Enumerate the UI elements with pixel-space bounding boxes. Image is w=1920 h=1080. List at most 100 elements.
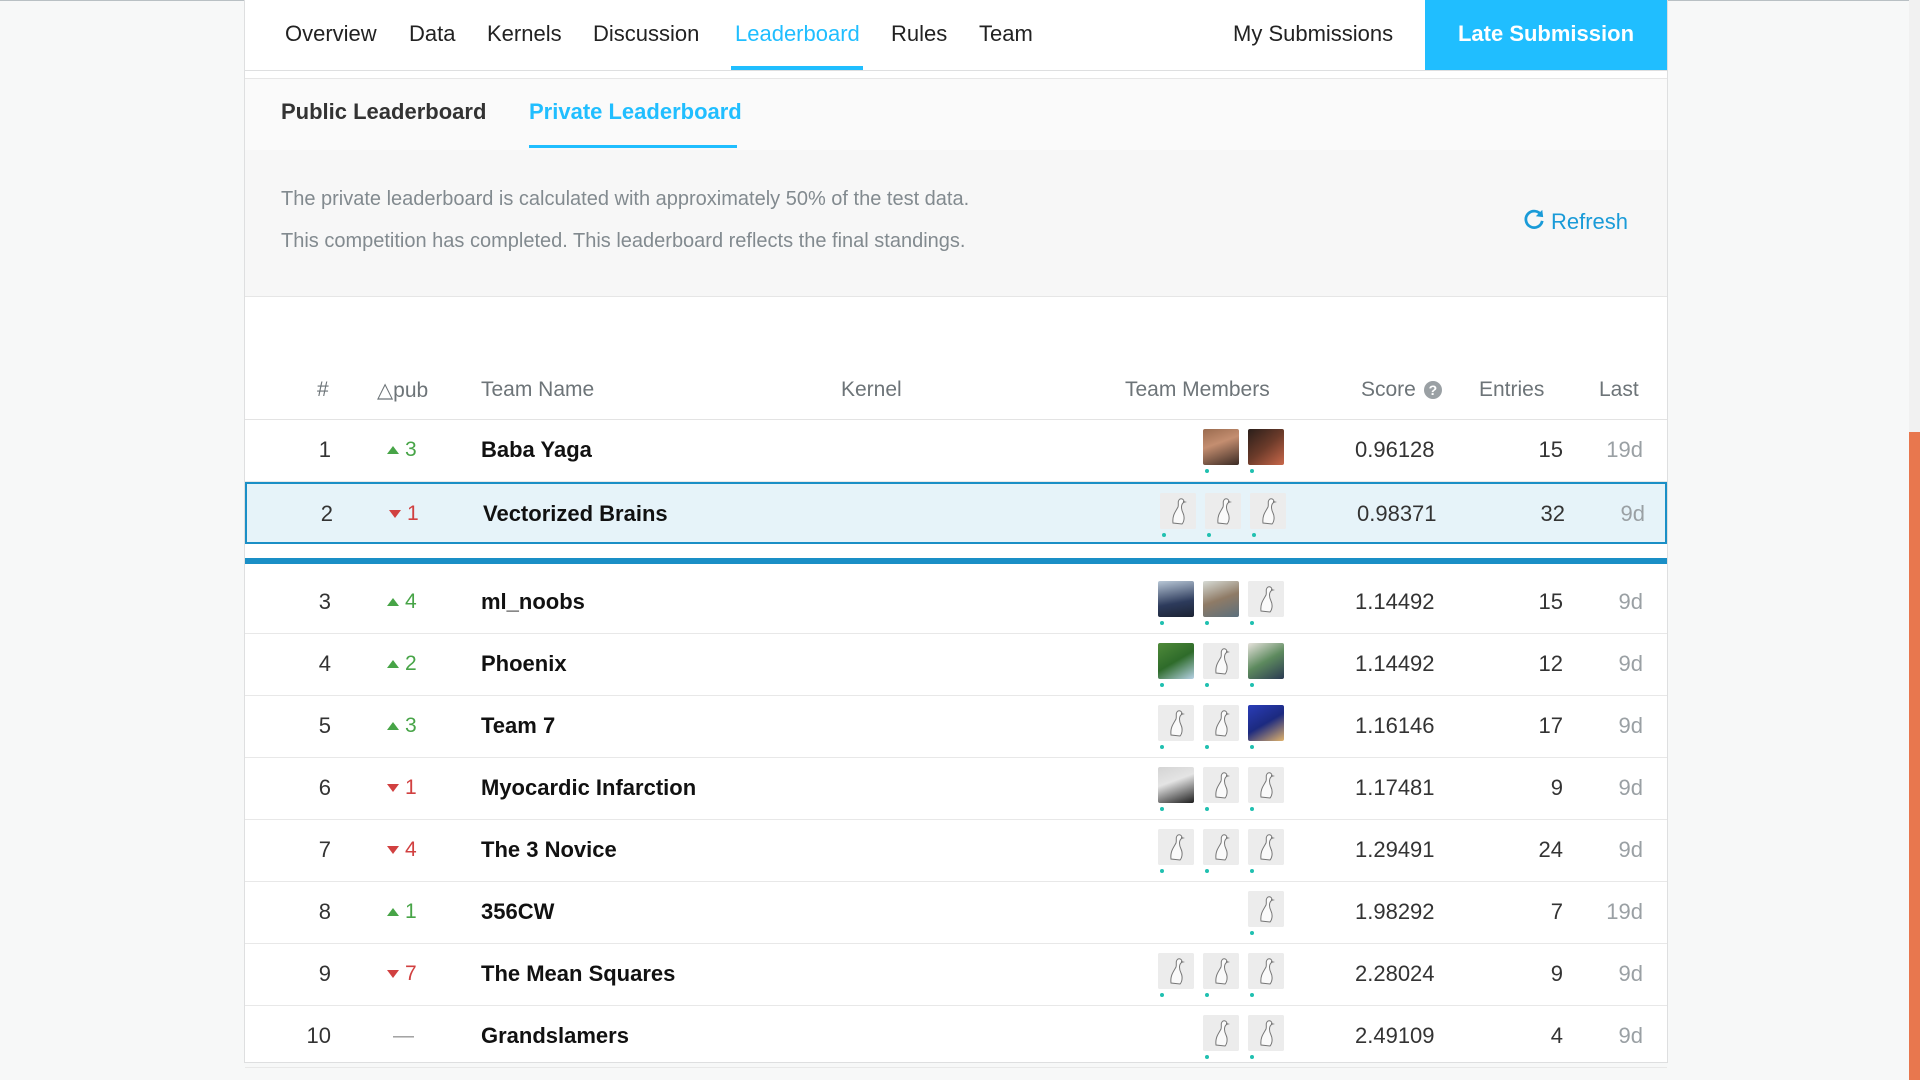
avatar[interactable] — [1248, 1015, 1284, 1051]
table-row[interactable]: 10 — Grandslamers 2.49109 4 9d — [245, 1006, 1667, 1068]
team-name-link[interactable]: Team 7 — [481, 696, 555, 756]
table-row[interactable]: 7 4 The 3 Novice 1.29491 24 9d — [245, 820, 1667, 882]
team-name-link[interactable]: Vectorized Brains — [483, 484, 668, 544]
avatar[interactable] — [1248, 767, 1284, 803]
header-delta[interactable]: △pub — [377, 378, 428, 403]
team-name-link[interactable]: The 3 Novice — [481, 820, 617, 880]
refresh-button[interactable]: Refresh — [1523, 208, 1628, 236]
tab-kernels[interactable]: Kernels — [487, 0, 562, 70]
last-submission-cell: 9d — [1618, 713, 1643, 738]
team-name-link[interactable]: The Mean Squares — [481, 944, 675, 1004]
tab-leaderboard[interactable]: Leaderboard — [735, 0, 860, 70]
avatar[interactable] — [1203, 1015, 1239, 1051]
tab-discussion[interactable]: Discussion — [593, 0, 699, 70]
arrow-up-icon — [387, 660, 399, 668]
team-name-link[interactable]: Grandslamers — [481, 1006, 629, 1066]
rank-cell: 4 — [318, 651, 331, 676]
avatar[interactable] — [1203, 953, 1239, 989]
rank-change-cell: 1 — [389, 484, 449, 544]
arrow-down-icon — [387, 970, 399, 978]
rank-change-cell: — — [387, 1006, 447, 1066]
rank-cell: 8 — [318, 899, 331, 924]
tier-dot — [1252, 533, 1256, 537]
table-row-highlighted[interactable]: 2 1 Vectorized Brains 0.98371 32 9d — [245, 482, 1667, 544]
tab-overview[interactable]: Overview — [285, 0, 377, 70]
avatar[interactable] — [1158, 581, 1194, 617]
rank-change-value: 4 — [405, 590, 417, 613]
avatar[interactable] — [1248, 891, 1284, 927]
tier-dot — [1250, 807, 1254, 811]
avatar[interactable] — [1158, 705, 1194, 741]
tier-dot — [1250, 469, 1254, 473]
team-name-link[interactable]: ml_noobs — [481, 572, 585, 632]
header-rank: # — [317, 378, 329, 401]
avatar[interactable] — [1248, 705, 1284, 741]
tab-team[interactable]: Team — [979, 0, 1033, 70]
score-cell: 1.98292 — [1355, 899, 1435, 924]
table-row[interactable]: 6 1 Myocardic Infarction 1.17481 9 9d — [245, 758, 1667, 820]
header-score-label: Score — [1361, 378, 1416, 401]
rank-change-value: 2 — [405, 652, 417, 675]
avatar[interactable] — [1203, 767, 1239, 803]
table-row[interactable]: 3 4 ml_noobs 1.14492 15 9d — [245, 572, 1667, 634]
avatar[interactable] — [1248, 429, 1284, 465]
avatar[interactable] — [1250, 493, 1286, 529]
table-row[interactable]: 9 7 The Mean Squares 2.28024 9 9d — [245, 944, 1667, 1006]
rank-change-value: 1 — [407, 502, 419, 525]
last-submission-cell: 9d — [1618, 775, 1643, 800]
tier-dot — [1162, 533, 1166, 537]
tab-data[interactable]: Data — [409, 0, 455, 70]
my-submissions-link[interactable]: My Submissions — [1233, 0, 1393, 70]
avatar[interactable] — [1203, 643, 1239, 679]
tier-dot — [1205, 807, 1209, 811]
avatar[interactable] — [1248, 829, 1284, 865]
notice-line-2: This competition has completed. This lea… — [281, 230, 966, 252]
tier-dot — [1160, 993, 1164, 997]
arrow-up-icon — [387, 598, 399, 606]
table-row[interactable]: 1 3 Baba Yaga 0.96128 15 19d — [245, 420, 1667, 482]
tab-public-leaderboard[interactable]: Public Leaderboard — [281, 79, 486, 150]
rank-cell: 10 — [306, 1023, 331, 1048]
rank-change-value: 3 — [405, 714, 417, 737]
team-name-link[interactable]: Baba Yaga — [481, 420, 592, 480]
tier-dot — [1205, 683, 1209, 687]
avatar[interactable] — [1203, 581, 1239, 617]
scrollbar-thumb[interactable] — [1909, 432, 1920, 1080]
active-tab-underline — [731, 66, 863, 70]
help-icon[interactable]: ? — [1423, 381, 1442, 399]
avatar[interactable] — [1203, 705, 1239, 741]
entries-cell: 24 — [1538, 837, 1563, 862]
last-submission-cell: 9d — [1618, 651, 1643, 676]
rank-change-cell: 3 — [387, 696, 447, 756]
header-score: Score ? — [1361, 378, 1442, 402]
tier-dot — [1160, 621, 1164, 625]
avatar[interactable] — [1205, 493, 1241, 529]
tab-private-leaderboard[interactable]: Private Leaderboard — [529, 79, 742, 150]
avatar[interactable] — [1158, 767, 1194, 803]
table-row[interactable]: 4 2 Phoenix 1.14492 12 9d — [245, 634, 1667, 696]
score-cell: 1.29491 — [1355, 837, 1435, 862]
avatar[interactable] — [1158, 829, 1194, 865]
team-name-link[interactable]: Phoenix — [481, 634, 567, 694]
late-submission-button[interactable]: Late Submission — [1425, 0, 1667, 70]
table-row[interactable]: 5 3 Team 7 1.16146 17 9d — [245, 696, 1667, 758]
table-row[interactable]: 8 1 356CW 1.98292 7 19d — [245, 882, 1667, 944]
team-name-link[interactable]: 356CW — [481, 882, 554, 942]
tab-rules[interactable]: Rules — [891, 0, 947, 70]
avatar[interactable] — [1203, 429, 1239, 465]
tier-dot — [1250, 1055, 1254, 1059]
avatar[interactable] — [1248, 643, 1284, 679]
avatar[interactable] — [1158, 643, 1194, 679]
arrow-down-icon — [389, 510, 401, 518]
avatar[interactable] — [1248, 953, 1284, 989]
avatar[interactable] — [1203, 829, 1239, 865]
refresh-icon — [1523, 208, 1545, 236]
rank-cell: 2 — [320, 501, 333, 526]
avatar[interactable] — [1158, 953, 1194, 989]
rank-cell: 5 — [318, 713, 331, 738]
avatar[interactable] — [1248, 581, 1284, 617]
team-name-link[interactable]: Myocardic Infarction — [481, 758, 696, 818]
avatar[interactable] — [1160, 493, 1196, 529]
entries-cell: 32 — [1540, 501, 1565, 526]
header-kernel: Kernel — [841, 378, 902, 401]
